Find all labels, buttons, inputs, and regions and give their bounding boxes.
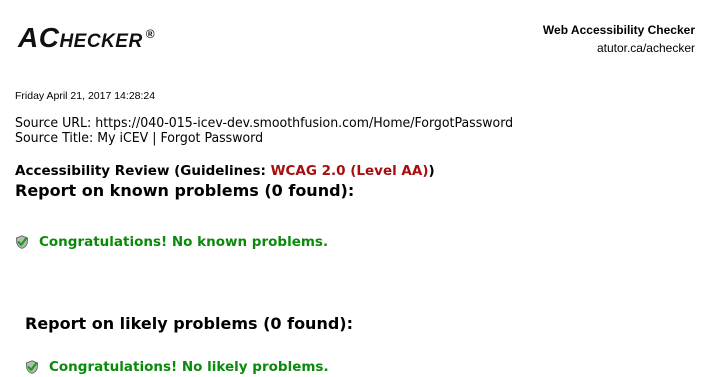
likely-problems-message: Congratulations! No likely problems.	[49, 359, 329, 375]
report-timestamp: Friday April 21, 2017 14:28:24	[15, 90, 156, 102]
review-prefix: Accessibility Review (Guidelines:	[15, 163, 271, 179]
source-info: Source URL: https://040-015-icev-dev.smo…	[15, 116, 513, 146]
achecker-logo[interactable]: ACHECKER ®	[18, 22, 155, 54]
logo-initials: AC	[18, 22, 60, 53]
accessibility-review-heading: Accessibility Review (Guidelines: WCAG 2…	[15, 163, 435, 179]
source-url: Source URL: https://040-015-icev-dev.smo…	[15, 115, 514, 131]
known-problems-heading: Report on known problems (0 found):	[15, 181, 355, 200]
checkmark-shield-icon	[15, 235, 29, 249]
header-info: Web Accessibility Checker atutor.ca/ache…	[543, 21, 695, 57]
source-title: Source Title: My iCEV | Forgot Password	[15, 130, 264, 146]
known-problems-message: Congratulations! No known problems.	[39, 234, 329, 250]
registered-mark: ®	[145, 27, 156, 41]
logo-text: HECKER	[59, 31, 143, 52]
app-title: Web Accessibility Checker	[542, 23, 695, 37]
known-problems-result: Congratulations! No known problems.	[15, 234, 328, 250]
review-suffix: )	[428, 163, 435, 179]
likely-problems-heading: Report on likely problems (0 found):	[25, 314, 353, 333]
app-url[interactable]: atutor.ca/achecker	[543, 39, 695, 57]
guideline-link[interactable]: WCAG 2.0 (Level AA)	[271, 163, 429, 179]
checkmark-shield-icon	[25, 360, 39, 374]
likely-problems-result: Congratulations! No likely problems.	[25, 359, 329, 375]
